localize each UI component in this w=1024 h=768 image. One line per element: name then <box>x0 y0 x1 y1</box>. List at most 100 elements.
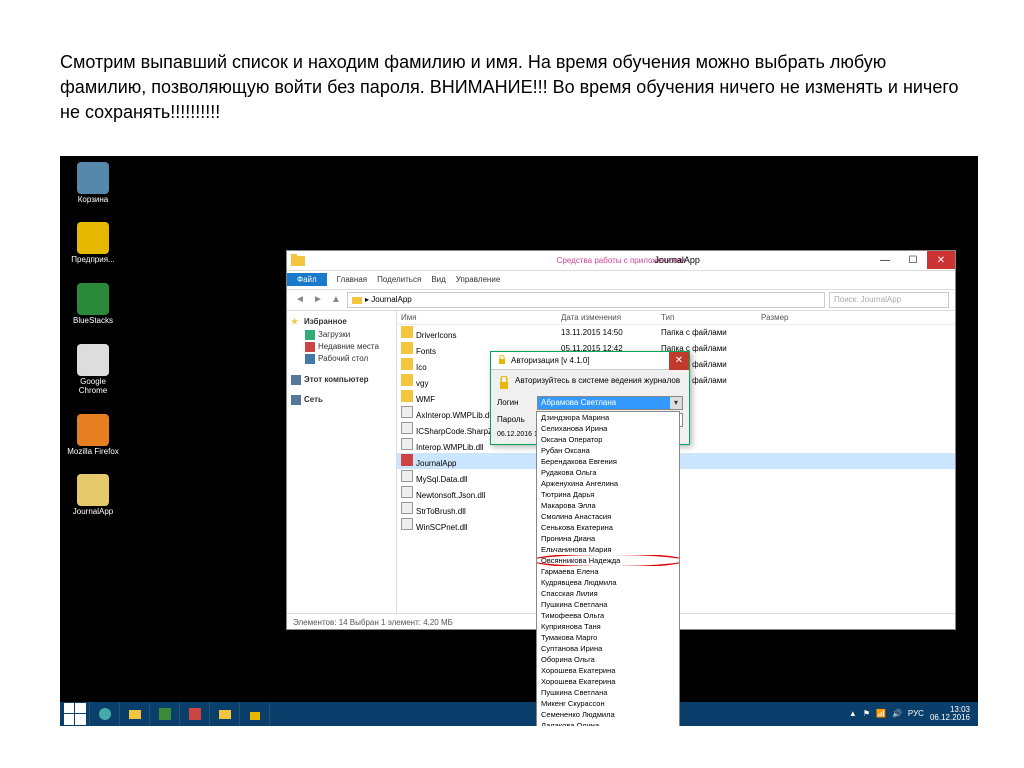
taskbar-ie-icon[interactable] <box>90 702 120 726</box>
auth-close-button[interactable]: ✕ <box>669 352 689 370</box>
app-icon <box>77 222 109 254</box>
lock-icon <box>497 355 507 365</box>
dropdown-option[interactable]: Рубан Оксана <box>537 445 679 456</box>
minimize-button[interactable]: — <box>871 251 899 269</box>
explorer-title: JournalApp <box>654 255 700 265</box>
nav-back-icon[interactable]: ◄ <box>293 293 307 307</box>
desktop-shortcut[interactable]: Предприя... <box>66 222 120 265</box>
address-bar[interactable]: ▸ JournalApp <box>347 292 825 308</box>
dropdown-option[interactable]: Пронина Диана <box>537 533 679 544</box>
taskbar-explorer-icon[interactable] <box>120 702 150 726</box>
dropdown-option[interactable]: Овсянникова Надежда <box>537 555 679 566</box>
dropdown-option[interactable]: Суптанова Ирина <box>537 643 679 654</box>
tray-volume-icon[interactable]: 🔊 <box>892 709 902 718</box>
ribbon-tab[interactable]: Поделиться <box>377 275 421 284</box>
login-dropdown-list[interactable]: Дзиндзюра МаринаСелиханова ИринаОксана О… <box>536 411 680 726</box>
desktop-shortcut[interactable]: JournalApp <box>66 474 120 517</box>
dropdown-option[interactable]: Спасская Лилия <box>537 588 679 599</box>
sidebar-network[interactable]: Сеть <box>291 395 392 405</box>
dropdown-option[interactable]: Селиханова Ирина <box>537 423 679 434</box>
dropdown-option[interactable]: Арженухина Ангелина <box>537 478 679 489</box>
taskbar-app-icon[interactable] <box>240 702 270 726</box>
auth-hint: Авторизуйтесь в системе ведения журналов <box>497 376 683 390</box>
dropdown-option[interactable]: Смолина Анастасия <box>537 511 679 522</box>
sidebar-computer[interactable]: Этот компьютер <box>291 375 392 385</box>
search-input[interactable]: Поиск: JournalApp <box>829 292 949 308</box>
shortcut-label: JournalApp <box>73 508 113 517</box>
ribbon-tab[interactable]: Главная <box>337 275 367 284</box>
taskbar-app-icon[interactable] <box>180 702 210 726</box>
dropdown-option[interactable]: Пушкина Светлана <box>537 599 679 610</box>
shortcut-label: Корзина <box>78 196 108 205</box>
dropdown-option[interactable]: Ельчанинова Мария <box>537 544 679 555</box>
dropdown-option[interactable]: Дзиндзюра Марина <box>537 412 679 423</box>
auth-titlebar[interactable]: Авторизация [v 4.1.0] ✕ <box>491 352 689 370</box>
chevron-down-icon[interactable]: ▾ <box>670 397 682 409</box>
dropdown-option[interactable]: Оксана Оператор <box>537 434 679 445</box>
file-icon <box>401 454 413 466</box>
sidebar-favorites[interactable]: ★ Избранное <box>291 317 392 327</box>
dropdown-option[interactable]: Гармаева Елена <box>537 566 679 577</box>
folder-icon <box>291 253 305 267</box>
file-icon <box>401 438 413 450</box>
dropdown-option[interactable]: Микенг Скурассон <box>537 698 679 709</box>
nav-forward-icon[interactable]: ► <box>311 293 325 307</box>
desktop-shortcut[interactable]: Корзина <box>66 162 120 205</box>
shortcut-label: Предприя... <box>71 256 114 265</box>
file-list-header[interactable]: Имя Дата изменения Тип Размер <box>397 311 955 325</box>
dropdown-option[interactable]: Кудрявцева Людмила <box>537 577 679 588</box>
screenshot-container: Корзина Предприя... BlueStacks Google Chrom… <box>60 156 978 726</box>
sidebar-item[interactable]: Загрузки <box>291 329 392 341</box>
nav-up-icon[interactable]: ▲ <box>329 293 343 307</box>
tray-network-icon[interactable]: 📶 <box>876 709 886 718</box>
desktop-shortcut[interactable]: BlueStacks <box>66 283 120 326</box>
dropdown-option[interactable]: Далакова Олина <box>537 720 679 726</box>
explorer-titlebar[interactable]: Средства работы с приложениями JournalAp… <box>287 251 955 271</box>
tray-icon[interactable]: ▲ <box>849 709 857 718</box>
windows-logo-icon <box>64 703 86 725</box>
taskbar: ▲ ⚑ 📶 🔊 РУС 13:03 06.12.2016 <box>60 702 978 726</box>
dropdown-option[interactable]: Берендакова Евгения <box>537 456 679 467</box>
login-label: Логин <box>497 398 537 407</box>
app-icon <box>77 162 109 194</box>
maximize-button[interactable]: ☐ <box>899 251 927 269</box>
taskbar-date[interactable]: 06.12.2016 <box>930 714 970 722</box>
dropdown-option[interactable]: Хорошева Екатерина <box>537 676 679 687</box>
dropdown-option[interactable]: Куприянова Таня <box>537 621 679 632</box>
desktop-shortcut[interactable]: Google Chrome <box>66 344 120 396</box>
dropdown-option[interactable]: Пушкина Светлана <box>537 687 679 698</box>
computer-icon <box>291 375 301 385</box>
login-dropdown[interactable]: Абрамова Светлана ▾ <box>537 396 683 410</box>
app-icon <box>77 344 109 376</box>
folder-icon <box>401 390 413 402</box>
tray-flag-icon[interactable]: ⚑ <box>863 709 870 718</box>
dropdown-option[interactable]: Хорошева Екатерина <box>537 665 679 676</box>
file-row[interactable]: DriverIcons13.11.2015 14:50Папка с файла… <box>397 325 955 341</box>
dropdown-option[interactable]: Рудакова Ольга <box>537 467 679 478</box>
dropdown-option[interactable]: Семененко Людмила <box>537 709 679 720</box>
dropdown-option[interactable]: Тумакова Марго <box>537 632 679 643</box>
dropdown-option[interactable]: Сенькова Екатерина <box>537 522 679 533</box>
taskbar-app-icon[interactable] <box>210 702 240 726</box>
taskbar-app-icon[interactable] <box>150 702 180 726</box>
shortcut-label: BlueStacks <box>73 317 113 326</box>
ribbon-tab-file[interactable]: Файл <box>287 273 327 286</box>
dropdown-option[interactable]: Оборина Ольга <box>537 654 679 665</box>
taskbar-lang[interactable]: РУС <box>908 709 924 718</box>
sidebar-item[interactable]: Рабочий стол <box>291 353 392 365</box>
desktop-icons: Корзина Предприя... BlueStacks Google Chrom… <box>66 162 120 518</box>
ribbon-tab[interactable]: Управление <box>456 275 500 284</box>
close-button[interactable]: ✕ <box>927 251 955 269</box>
recent-icon <box>305 342 315 352</box>
dropdown-option[interactable]: Макарова Элла <box>537 500 679 511</box>
file-icon <box>401 470 413 482</box>
network-icon <box>291 395 301 405</box>
ribbon-tab[interactable]: Вид <box>431 275 445 284</box>
dropdown-option[interactable]: Тютрина Дарья <box>537 489 679 500</box>
dropdown-option[interactable]: Тимофеева Ольга <box>537 610 679 621</box>
folder-icon <box>401 326 413 338</box>
desktop-shortcut[interactable]: Mozilla Firefox <box>66 414 120 457</box>
lock-icon <box>497 376 511 390</box>
start-button[interactable] <box>60 702 90 726</box>
sidebar-item[interactable]: Недавние места <box>291 341 392 353</box>
